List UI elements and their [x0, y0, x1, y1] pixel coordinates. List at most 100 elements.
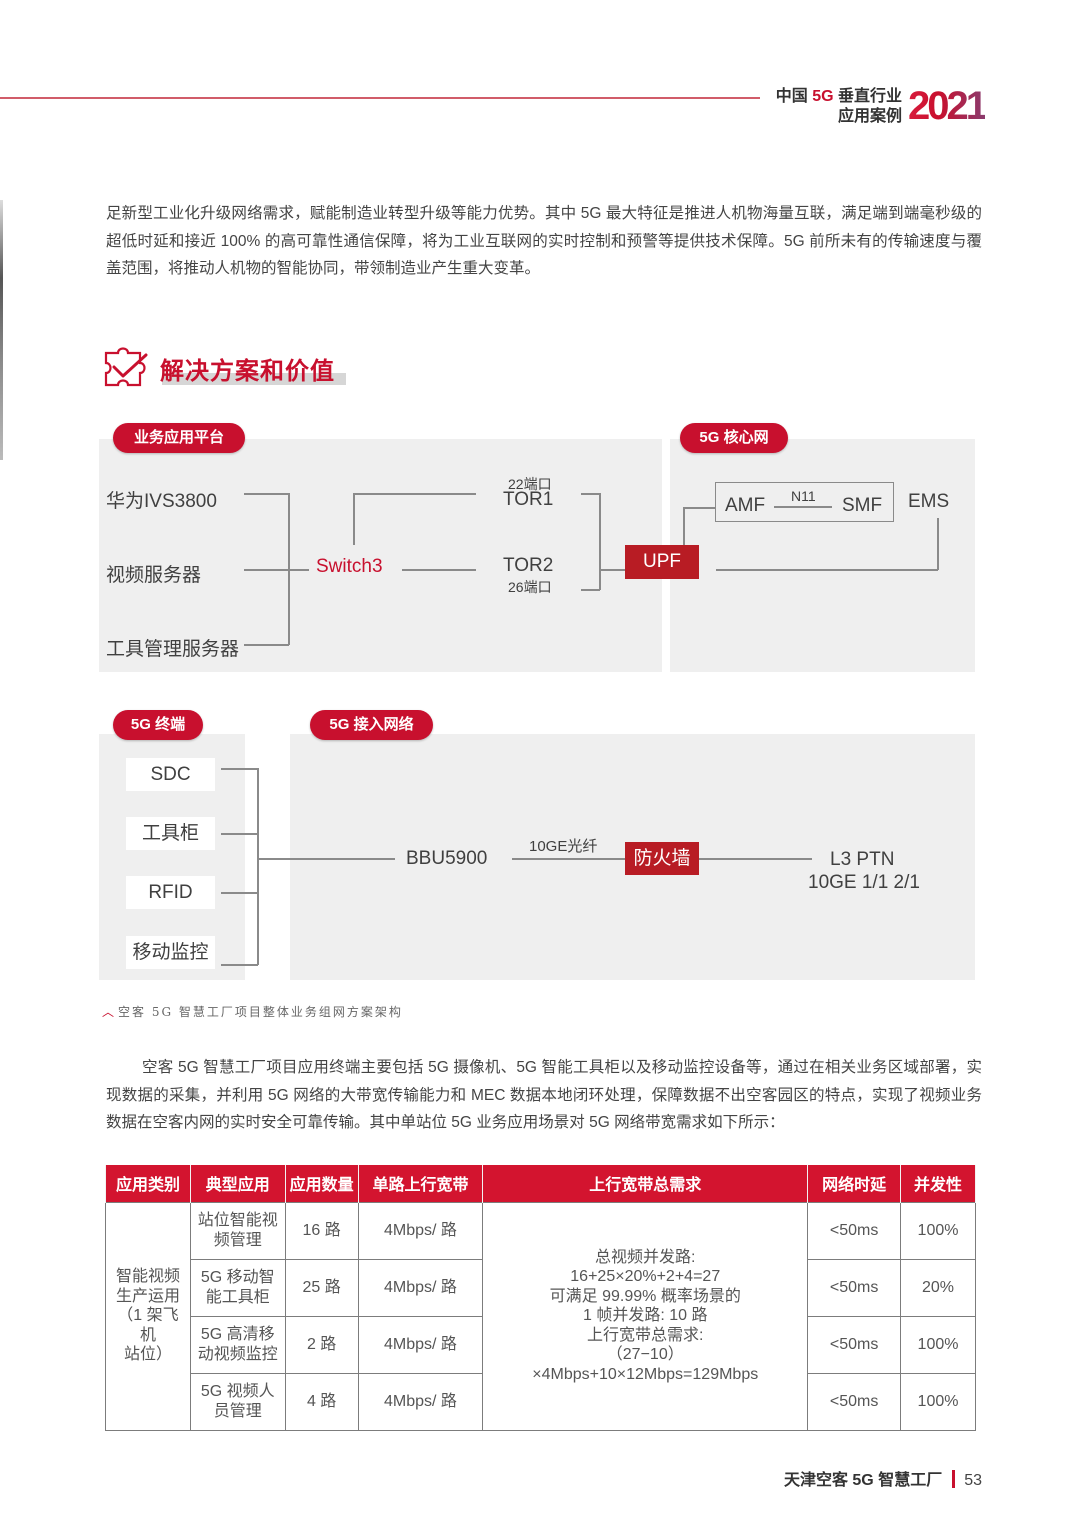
terminal-mobile-monitor: 移动监控 — [126, 936, 215, 969]
connector-line — [581, 493, 600, 495]
server-ivs3800: 华为IVS3800 — [106, 491, 217, 512]
column-header: 典型应用 — [189, 1165, 286, 1202]
app-line: 频管理 — [213, 1231, 262, 1249]
connector-line — [221, 768, 258, 770]
upf-node: UPF — [625, 545, 699, 579]
smf-node: SMF — [842, 495, 883, 516]
amf-node: AMF — [725, 495, 766, 516]
bbu5900-node: BBU5900 — [406, 848, 488, 869]
total-line: 上行宽带总需求: — [587, 1326, 704, 1344]
count-cell: 16 路 — [284, 1201, 359, 1260]
connector-line — [683, 507, 685, 545]
app-line: 站位智能视 — [197, 1211, 278, 1229]
body-paragraph: 空客 5G 智慧工厂项目应用终端主要包括 5G 摄像机、5G 智能工具柜以及移动… — [106, 1059, 982, 1131]
puzzle-check-icon — [104, 347, 148, 387]
app-line: 5G 视频人 — [200, 1382, 275, 1400]
bandwidth-cell: 4Mbps/ 路 — [357, 1258, 484, 1317]
tor2-node: TOR2 — [503, 555, 554, 576]
footer-separator — [952, 1470, 956, 1488]
page-number: 53 — [964, 1472, 982, 1489]
chevron-up-icon: ︿ — [102, 1005, 115, 1019]
app-cell: 5G 移动智 能工具柜 — [189, 1258, 286, 1317]
figure-caption: ︿ 空客 5G 智慧工厂项目整体业务组网方案架构 — [102, 1003, 403, 1020]
total-line: （27−10） — [606, 1346, 684, 1364]
category-line: 生产运用 — [115, 1287, 180, 1305]
connector-line — [512, 858, 627, 860]
bandwidth-cell: 4Mbps/ 路 — [357, 1315, 484, 1374]
connector-line — [257, 858, 395, 860]
title-prefix: 中国 — [775, 88, 813, 105]
bandwidth-cell: 4Mbps/ 路 — [357, 1201, 484, 1260]
connector-line — [937, 518, 939, 570]
tor2-port: 26端口 — [508, 579, 552, 595]
connector-line — [257, 768, 259, 965]
app-line: 5G 移动智 — [200, 1268, 275, 1286]
caption-text: 空客 5G 智慧工厂项目整体业务组网方案架构 — [118, 1005, 403, 1019]
title-line2: 应用案例 — [837, 108, 902, 125]
column-header: 并发性 — [900, 1165, 976, 1202]
category-line: 智能视频 — [115, 1268, 180, 1286]
column-header: 应用类别 — [105, 1165, 191, 1202]
category-line: 站位） — [123, 1346, 172, 1364]
latency-cell: <50ms — [807, 1201, 902, 1260]
column-header: 应用数量 — [284, 1165, 359, 1202]
connector-line — [353, 493, 355, 545]
app-cell: 5G 高清移 动视频监控 — [189, 1315, 286, 1374]
category-cell: 智能视频 生产运用 （1 架飞机 站位） — [105, 1201, 191, 1431]
section-title: 解决方案和价值 — [160, 358, 335, 385]
ems-node: EMS — [908, 491, 950, 512]
title-suffix: 垂直行业 — [833, 88, 902, 105]
connector-line — [244, 493, 289, 495]
total-line: 16+25×20%+2+4=27 — [570, 1268, 721, 1286]
column-header: 网络时延 — [807, 1165, 902, 1202]
fiber-link-label: 10GE光纤 — [529, 838, 598, 855]
page-binding-edge — [0, 200, 3, 460]
app-cell: 5G 视频人 员管理 — [189, 1372, 286, 1431]
total-requirement-cell: 总视频并发路: 16+25×20%+2+4=27 可满足 99.99% 概率场景… — [482, 1201, 809, 1431]
total-line: 总视频并发路: — [595, 1248, 696, 1266]
title-accent: 5G — [812, 88, 834, 105]
connector-line — [599, 493, 601, 590]
terminal-rfid: RFID — [126, 876, 215, 909]
server-video: 视频服务器 — [106, 565, 202, 586]
connector-line — [774, 506, 832, 508]
bandwidth-requirements-table: 应用类别 典型应用 应用数量 单路上行宽带 上行宽带总需求 网络时延 并发性 智… — [105, 1165, 976, 1431]
app-line: 动视频监控 — [197, 1345, 278, 1363]
business-platform-label: 业务应用平台 — [113, 423, 245, 453]
connector-line — [683, 507, 716, 509]
total-line: ×4Mbps+10×12Mbps=129Mbps — [532, 1365, 759, 1383]
tor1-node: TOR1 — [503, 489, 554, 510]
terminal-sdc: SDC — [126, 758, 215, 791]
connector-line — [716, 569, 938, 571]
n11-interface-label: N11 — [791, 488, 816, 504]
switch3-node: Switch3 — [316, 556, 383, 577]
header-rule — [0, 97, 760, 99]
connector-line — [244, 644, 289, 646]
connector-line — [221, 964, 258, 966]
total-line: 1 帧并发路: 10 路 — [583, 1307, 708, 1325]
publication-year: 2021 — [908, 84, 988, 128]
connector-line — [288, 493, 290, 645]
bandwidth-cell: 4Mbps/ 路 — [357, 1372, 484, 1431]
table-row: 智能视频 生产运用 （1 架飞机 站位） 站位智能视频管理 16 路 4Mbps… — [105, 1201, 976, 1431]
latency-cell: <50ms — [807, 1258, 902, 1317]
connector-line — [699, 858, 812, 860]
page-footer: 天津空客 5G 智慧工厂 53 — [784, 1466, 982, 1490]
ptn-node-line1: L3 PTN — [830, 849, 895, 870]
connector-line — [600, 569, 626, 571]
concurrency-cell: 100% — [900, 1372, 976, 1431]
app-line: 5G 高清移 — [200, 1325, 275, 1343]
connector-line — [244, 569, 309, 571]
category-line: （1 架飞机 — [117, 1307, 179, 1344]
table-header-row: 应用类别 典型应用 应用数量 单路上行宽带 上行宽带总需求 网络时延 并发性 — [105, 1165, 976, 1202]
connector-line — [221, 833, 258, 835]
core-network-label: 5G 核心网 — [680, 423, 788, 453]
footer-title: 天津空客 5G 智慧工厂 — [783, 1472, 943, 1489]
count-cell: 25 路 — [284, 1258, 359, 1317]
section-heading: 解决方案和价值 — [102, 343, 362, 393]
count-cell: 4 路 — [284, 1372, 359, 1431]
app-line: 员管理 — [213, 1402, 262, 1420]
latency-cell: <50ms — [807, 1315, 902, 1374]
concurrency-cell: 100% — [900, 1201, 976, 1260]
app-cell: 站位智能视 频管理 — [189, 1201, 286, 1260]
